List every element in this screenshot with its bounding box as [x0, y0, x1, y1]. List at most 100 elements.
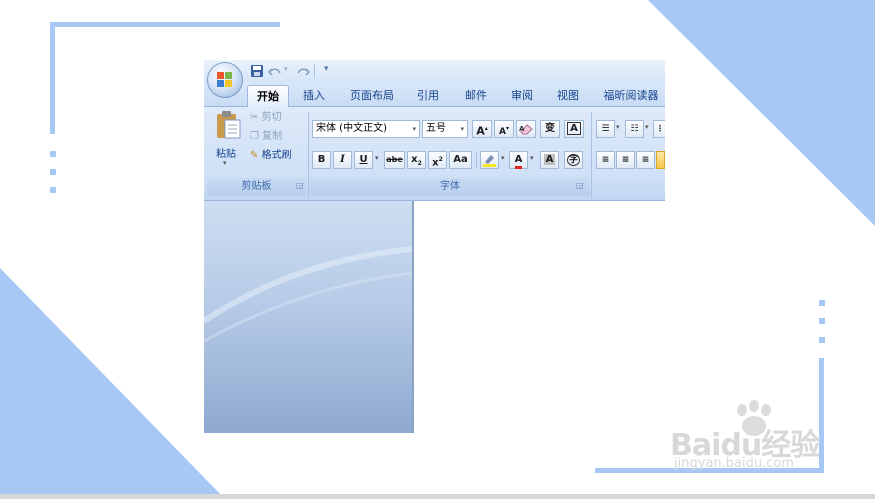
align-left-button[interactable]: ≡: [596, 151, 615, 169]
paste-label: 粘贴: [216, 149, 236, 160]
tab-references[interactable]: 引用: [410, 85, 446, 106]
toolbar-separator: [476, 152, 477, 168]
bottom-shadow: [0, 494, 875, 499]
word-window: ▾ ▾ 开始 插入 页面布局 引用 邮件 审阅 视图 福昕阅读器 粘贴 ▾ ✂ …: [204, 60, 665, 433]
tab-home[interactable]: 开始: [247, 85, 289, 107]
font-color-icon: A: [514, 154, 523, 169]
frame-left-line: [50, 22, 55, 134]
clear-formatting-button[interactable]: A: [516, 120, 536, 138]
shrink-font-button[interactable]: A▾: [494, 120, 514, 138]
font-size-value: 五号: [426, 123, 446, 134]
grow-font-button[interactable]: A▴: [472, 120, 492, 138]
bullets-button[interactable]: ☰: [596, 120, 615, 138]
copy-label: 复制: [262, 131, 283, 142]
strikethrough-button[interactable]: abe: [384, 151, 405, 169]
underline-dropdown-icon[interactable]: ▾: [375, 154, 379, 162]
copy-icon: ❐: [250, 131, 259, 142]
change-case-button[interactable]: Aa: [449, 151, 472, 169]
align-center-button[interactable]: ≡: [616, 151, 635, 169]
frame-dot: [819, 337, 825, 343]
multilevel-list-button[interactable]: ⋮: [653, 120, 665, 138]
tab-foxit-reader[interactable]: 福昕阅读器: [598, 85, 664, 106]
enclose-characters-button[interactable]: 字: [564, 151, 583, 169]
pane-swoosh: [204, 246, 412, 343]
office-button[interactable]: [207, 62, 243, 98]
shrink-font-icon: A: [499, 127, 506, 137]
bullets-dropdown-icon[interactable]: ▾: [616, 123, 620, 131]
tab-view[interactable]: 视图: [550, 85, 586, 106]
eraser-icon: A: [519, 124, 533, 135]
underline-icon: U: [359, 154, 368, 165]
font-color-button[interactable]: A: [509, 151, 528, 169]
cut-button[interactable]: ✂ 剪切: [250, 110, 282, 126]
font-size-combo[interactable]: 五号 ▾: [422, 120, 468, 138]
frame-top-line: [50, 22, 280, 27]
ribbon-tab-bar: 开始 插入 页面布局 引用 邮件 审阅 视图 福昕阅读器: [204, 82, 665, 107]
font-group-label: 字体: [310, 178, 590, 196]
navigation-pane: [204, 201, 412, 433]
font-size-dropdown-icon[interactable]: ▾: [460, 121, 464, 137]
enclose-characters-icon: 字: [566, 154, 580, 166]
group-separator: [308, 112, 309, 198]
clipboard-dialog-launcher-icon[interactable]: ◲: [296, 181, 304, 190]
bold-button[interactable]: B: [312, 151, 331, 169]
phonetic-guide-icon: 变: [545, 123, 555, 134]
phonetic-guide-button[interactable]: 变: [540, 120, 560, 138]
frame-dot: [50, 169, 56, 175]
paste-dropdown-icon[interactable]: ▾: [223, 159, 227, 167]
highlight-dropdown-icon[interactable]: ▾: [501, 154, 505, 162]
align-right-icon: ≡: [641, 155, 650, 165]
paste-button[interactable]: 粘贴 ▾: [210, 110, 246, 172]
format-painter-label: 格式刷: [261, 150, 292, 161]
italic-button[interactable]: I: [333, 151, 352, 169]
frame-dot: [50, 151, 56, 157]
underline-button[interactable]: U: [354, 151, 373, 169]
character-shading-button[interactable]: A: [540, 151, 559, 169]
grow-font-icon: A: [476, 124, 485, 138]
italic-icon: I: [340, 154, 345, 165]
align-center-icon: ≡: [621, 155, 630, 165]
frame-dot: [819, 300, 825, 306]
redo-icon[interactable]: [296, 64, 310, 78]
bottom-left-triangle: [0, 268, 225, 499]
paste-icon: [217, 111, 241, 139]
customize-toolbar-icon[interactable]: ▾: [324, 64, 329, 74]
tab-mailings[interactable]: 邮件: [458, 85, 494, 106]
numbering-button[interactable]: ☷: [625, 120, 644, 138]
font-name-value: 宋体 (中文正文): [316, 123, 387, 134]
font-name-combo[interactable]: 宋体 (中文正文) ▾: [312, 120, 420, 138]
baidu-watermark: Baidu经验 jingyan.baidu.com: [668, 398, 838, 478]
copy-button[interactable]: ❐ 复制: [250, 129, 282, 145]
highlighter-icon: [483, 155, 496, 167]
superscript-button[interactable]: x2: [428, 151, 447, 169]
bold-icon: B: [317, 154, 326, 165]
subscript-button[interactable]: x2: [407, 151, 426, 169]
font-dialog-launcher-icon[interactable]: ◲: [576, 181, 584, 190]
multilevel-list-icon: ⋮: [656, 124, 664, 133]
save-icon[interactable]: [250, 64, 264, 78]
change-case-icon: Aa: [453, 154, 468, 165]
text-highlight-button[interactable]: [480, 151, 499, 169]
justify-button[interactable]: [656, 151, 665, 169]
cut-label: 剪切: [261, 112, 282, 123]
format-painter-button[interactable]: ✎ 格式刷: [250, 148, 292, 164]
font-color-dropdown-icon[interactable]: ▾: [530, 154, 534, 162]
character-border-icon: A: [567, 122, 581, 135]
svg-text:A: A: [519, 125, 525, 133]
font-name-dropdown-icon[interactable]: ▾: [412, 121, 416, 137]
tab-review[interactable]: 审阅: [504, 85, 540, 106]
undo-icon[interactable]: [268, 64, 282, 78]
tab-page-layout[interactable]: 页面布局: [342, 85, 402, 106]
tab-insert[interactable]: 插入: [296, 85, 332, 106]
numbering-dropdown-icon[interactable]: ▾: [645, 123, 649, 131]
undo-dropdown-icon[interactable]: ▾: [284, 65, 288, 73]
character-border-button[interactable]: A: [564, 120, 584, 138]
strikethrough-icon: abe: [386, 155, 403, 164]
office-logo-icon: [217, 72, 232, 87]
group-separator: [591, 112, 592, 198]
align-right-button[interactable]: ≡: [636, 151, 655, 169]
scissors-icon: ✂: [250, 112, 259, 123]
align-left-icon: ≡: [601, 155, 610, 165]
frame-dot: [819, 318, 825, 324]
quick-access-toolbar: ▾ ▾: [204, 60, 665, 98]
